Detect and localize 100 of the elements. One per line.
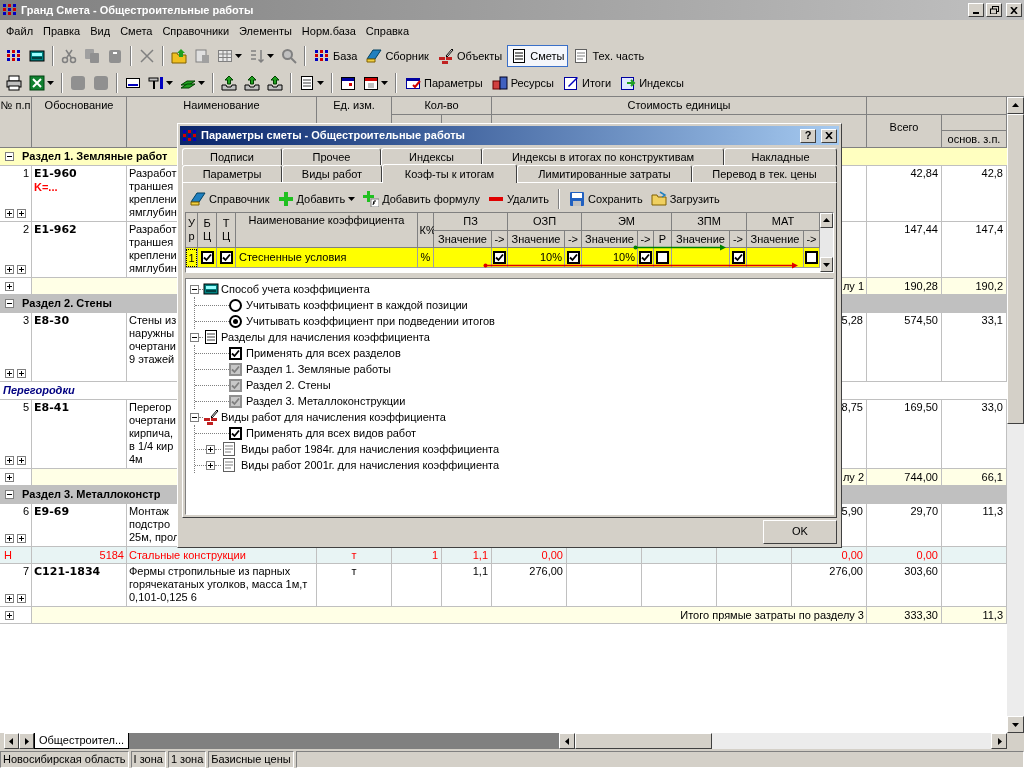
expand-icon[interactable] <box>5 265 14 274</box>
calendar-icon[interactable] <box>340 75 356 91</box>
scroll-right-button[interactable] <box>991 733 1007 749</box>
toolbar-button[interactable]: Индексы <box>616 72 688 94</box>
scroll-left-button[interactable] <box>4 733 19 749</box>
tray-icon[interactable] <box>267 75 283 91</box>
menu-item[interactable]: Элементы <box>234 24 297 38</box>
expand-icon[interactable] <box>17 456 26 465</box>
tree-node-label[interactable]: Способ учета коэффициента <box>221 282 370 296</box>
tray-icon[interactable] <box>221 75 237 91</box>
toolbar-button[interactable]: Ресурсы <box>487 72 558 94</box>
scrollbar-thumb[interactable] <box>1007 114 1024 424</box>
toolbar-button[interactable]: Добавить формулу <box>361 191 482 207</box>
tab[interactable]: Лимитированные затраты <box>517 165 692 182</box>
scroll-down-button[interactable] <box>820 257 833 272</box>
menu-item[interactable]: Норм.база <box>296 24 361 38</box>
menu-item[interactable]: Вид <box>85 24 116 38</box>
expand-icon[interactable] <box>5 209 14 218</box>
spreadsheet-icon[interactable] <box>29 75 45 91</box>
toolbar-button[interactable]: Объекты <box>433 45 507 67</box>
tree-item-label[interactable]: Применять для всех видов работ <box>246 426 417 440</box>
scroll-down-button[interactable] <box>1007 716 1024 733</box>
paste-icon[interactable] <box>107 48 123 64</box>
scissors-icon[interactable] <box>61 48 77 64</box>
scroll-left-button[interactable] <box>559 733 576 749</box>
checkbox[interactable] <box>656 251 669 264</box>
collapse-icon[interactable] <box>5 152 14 161</box>
tab[interactable]: Накладные <box>724 148 837 165</box>
scroll-up-button[interactable] <box>820 213 833 228</box>
toolbar-button[interactable]: Загрузить <box>648 191 722 207</box>
expand-icon[interactable] <box>206 460 215 470</box>
sheet-tab[interactable]: Общестроител... <box>34 733 130 749</box>
tab[interactable]: Прочее <box>282 148 381 165</box>
calendar-icon[interactable] <box>363 75 379 91</box>
menu-item[interactable]: Правка <box>38 24 86 38</box>
restore-button[interactable] <box>986 3 1002 17</box>
tree-node-label[interactable]: Разделы для начисления коэффициента <box>221 330 430 344</box>
checkbox[interactable] <box>639 251 652 264</box>
menu-item[interactable]: Файл <box>1 24 39 38</box>
collapse-icon[interactable] <box>190 332 199 342</box>
expand-icon[interactable] <box>5 281 14 291</box>
tree-item-label[interactable]: Применять для всех разделов <box>246 346 401 360</box>
tab[interactable]: Подписи <box>182 148 282 165</box>
collapse-icon[interactable] <box>5 299 14 308</box>
toolbar-button[interactable]: Тех. часть <box>569 45 649 67</box>
tree-item-label[interactable]: Виды работ 1984г. для начисления коэффициента <box>241 442 500 456</box>
list-icon[interactable] <box>299 75 315 91</box>
scrollbar-thumb[interactable] <box>575 733 713 749</box>
grid-icon[interactable] <box>6 48 22 64</box>
checkbox[interactable] <box>229 426 242 440</box>
checkbox[interactable] <box>200 251 214 264</box>
tab[interactable]: Параметры <box>182 165 282 182</box>
close-button[interactable] <box>1006 3 1022 17</box>
table-icon[interactable] <box>217 48 233 64</box>
toolbar-button[interactable]: Справочник <box>188 191 272 207</box>
toolbar-button[interactable]: Сохранить <box>566 191 645 207</box>
scroll-up-button[interactable] <box>1007 97 1024 114</box>
expand-icon[interactable] <box>206 444 215 454</box>
menu-item[interactable]: Справка <box>360 24 414 38</box>
menu-item[interactable]: Справочники <box>157 24 235 38</box>
toolbar-button[interactable]: Сметы <box>507 45 569 67</box>
minimize-button[interactable] <box>968 3 984 17</box>
tab[interactable]: Виды работ <box>282 165 382 182</box>
close-button[interactable] <box>821 128 837 143</box>
printer-icon[interactable] <box>6 75 22 91</box>
tab[interactable]: Перевод в тек. цены <box>692 165 837 182</box>
toolbar-button[interactable]: Добавить <box>275 191 358 207</box>
checkbox[interactable] <box>493 251 506 264</box>
checkbox[interactable] <box>219 251 233 264</box>
checkbox[interactable] <box>229 346 242 360</box>
collapse-icon[interactable] <box>190 284 199 294</box>
scroll-right-button[interactable] <box>19 733 34 749</box>
expand-icon[interactable] <box>17 594 26 603</box>
expand-icon[interactable] <box>5 594 14 603</box>
toolbar-button[interactable]: База <box>310 45 362 67</box>
tab[interactable]: Индексы в итогах по конструктивам <box>482 148 724 165</box>
slider-icon[interactable] <box>148 75 164 91</box>
expand-icon[interactable] <box>5 534 14 543</box>
toolbar-button[interactable]: Сборник <box>362 45 433 67</box>
checkbox[interactable] <box>805 251 818 264</box>
search-icon[interactable] <box>281 48 297 64</box>
tray-icon[interactable] <box>244 75 260 91</box>
tab[interactable]: Коэф-ты к итогам <box>382 164 517 183</box>
form-icon[interactable] <box>125 75 141 91</box>
help-button[interactable]: ? <box>800 128 816 143</box>
tree-item-label[interactable]: Виды работ 2001г. для начисления коэффициента <box>241 458 500 472</box>
calculator-icon[interactable] <box>29 48 45 64</box>
collapse-icon[interactable] <box>5 490 14 499</box>
expand-icon[interactable] <box>5 456 14 465</box>
ok-button[interactable]: OK <box>763 519 837 544</box>
checkbox[interactable] <box>566 251 580 264</box>
expand-icon[interactable] <box>5 610 14 620</box>
expand-icon[interactable] <box>17 265 26 274</box>
expand-icon[interactable] <box>5 369 14 378</box>
collapse-icon[interactable] <box>190 412 199 422</box>
tree-item-label[interactable]: Учитывать коэффициент в каждой позиции <box>246 298 468 312</box>
tree-item-label[interactable]: Учитывать коэффициент при подведении итогов <box>246 314 495 328</box>
menu-item[interactable]: Смета <box>115 24 158 38</box>
expand-icon[interactable] <box>17 209 26 218</box>
toolbar-button[interactable]: Итоги <box>559 72 616 94</box>
